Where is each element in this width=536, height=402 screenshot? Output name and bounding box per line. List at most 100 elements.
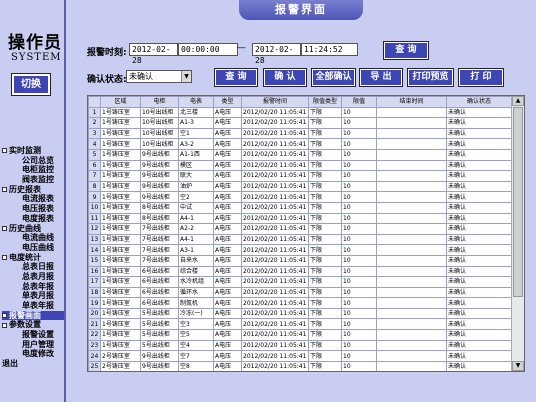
nav-single-yearly[interactable]: 单表年报 <box>2 301 64 311</box>
table-row[interactable]: 10 1号铸压室 8号出线柜 中试 A电压 2012/02/20 11:05:41 下限 10… <box>88 201 512 214</box>
end-date-field[interactable]: 2012-02-28 <box>252 43 301 65</box>
column-header[interactable]: 类型 <box>213 96 242 108</box>
query-button[interactable]: 查 询 <box>214 68 258 87</box>
table-row[interactable]: 22 1号铸压室 5号出线柜 空5 A电压 2012/02/20 11:05:41 下限 10… <box>88 329 512 341</box>
table-cell: 下限 <box>308 117 342 129</box>
table-row[interactable]: 14 1号铸压室 7号出线柜 A3-1 A电压 2012/02/20 11:05:41 下限… <box>88 244 512 256</box>
table-row[interactable]: 25 2号铸压室 9号出线柜 空8 A电压 2012/02/20 11:05:41 下限 10… <box>88 360 512 371</box>
column-header[interactable] <box>88 96 101 108</box>
nav-energy-report[interactable]: 电度报表 <box>2 214 64 224</box>
table-row[interactable]: 4 1号铸压室 10号出线柜 A3-2 A电压 2012/02/20 11:05:41 下限… <box>88 138 512 150</box>
nav-history-report[interactable]: 历史报表 <box>2 185 64 195</box>
chevron-down-icon[interactable]: ▼ <box>181 71 191 82</box>
table-row[interactable]: 18 1号铸压室 6号出线柜 循环水 A电压 2012/02/20 11:05:41 下限 1… <box>88 286 512 299</box>
nav-total-daily[interactable]: 总表日报 <box>2 262 64 272</box>
table-cell: A电压 <box>213 223 242 235</box>
alarm-time-label: 报警时刻: <box>87 48 127 58</box>
table-row[interactable]: 2 1号铸压室 10号出线柜 A1-3 A电压 2012/02/20 11:05:41 下限… <box>88 117 512 129</box>
nav-voltage-curve[interactable]: 电压曲线 <box>2 243 64 253</box>
table-cell: 1号铸压室 <box>100 233 141 246</box>
scroll-up-icon[interactable]: ▲ <box>512 96 524 106</box>
nav-total-monthly[interactable]: 总表月报 <box>2 272 64 282</box>
table-row[interactable]: 20 1号铸压室 5号出线柜 冷冻(一) A电压 2012/02/20 11:05:41 下… <box>88 307 512 320</box>
table-row[interactable]: 17 1号铸压室 6号出线柜 水冷机组 A电压 2012/02/20 11:05:41 下限… <box>88 276 512 288</box>
page-title: 报警界面 <box>239 0 363 20</box>
nav-user-management[interactable]: 用户管理 <box>2 340 64 350</box>
nav-alarm-settings[interactable]: 报警设置 <box>2 330 64 340</box>
column-header[interactable]: 报警时间 <box>241 96 309 108</box>
row-number: 6 <box>88 159 101 172</box>
column-header[interactable]: 电表 <box>178 96 214 108</box>
confirm-status-select[interactable]: 未确认 ▼ <box>126 70 192 83</box>
table-row[interactable]: 1 1号铸压室 10号出线柜 北三楼 A电压 2012/02/20 11:05:41 下限 1… <box>88 106 512 119</box>
table-cell: A电压 <box>213 127 242 140</box>
nav-realtime-monitor[interactable]: 实时监测 <box>2 146 64 156</box>
table-cell: 10 <box>341 138 377 150</box>
table-row[interactable]: 3 1号铸压室 10号出线柜 空1 A电压 2012/02/20 11:05:41 下限 10… <box>88 127 512 140</box>
table-cell: 2012/02/20 11:05:41 <box>241 307 309 320</box>
confirm-all-button[interactable]: 全部确认 <box>311 68 356 87</box>
nav-label: 退出 <box>2 359 18 369</box>
column-header[interactable]: 区域 <box>100 96 141 108</box>
table-cell: 9号出线柜 <box>140 191 179 203</box>
nav-cabinet-monitor[interactable]: 电柜监控 <box>2 165 64 175</box>
start-time-field[interactable]: 00:00:00 <box>178 43 238 56</box>
table-cell: 10 <box>341 350 377 362</box>
start-date-field[interactable]: 2012-02-28 <box>129 43 178 65</box>
column-header[interactable]: 限值 <box>341 96 377 108</box>
table-cell: 1号铸压室 <box>100 286 141 299</box>
table-row[interactable]: 11 1号铸压室 8号出线柜 A4-1 A电压 2012/02/20 11:05:41 下限… <box>88 212 512 225</box>
table-row[interactable]: 19 1号铸压室 6号出线柜 制氮机 A电压 2012/02/20 11:05:41 下限 1… <box>88 297 512 309</box>
nav-total-yearly[interactable]: 总表年报 <box>2 282 64 292</box>
column-header[interactable]: 电柜 <box>140 96 179 108</box>
print-button[interactable]: 打 印 <box>458 68 504 87</box>
table-row[interactable]: 15 1号铸压室 7号出线柜 自来水 A电压 2012/02/20 11:05:41 下限 1… <box>88 254 512 267</box>
column-header[interactable]: 确认状态 <box>446 96 512 108</box>
table-row[interactable]: 12 1号铸压室 7号出线柜 A2-2 A电压 2012/02/20 11:05:41 下限… <box>88 223 512 235</box>
table-cell: 下限 <box>308 254 342 267</box>
print-preview-button[interactable]: 打印预览 <box>407 68 454 87</box>
nav-param-settings[interactable]: 参数设置 <box>2 320 64 330</box>
confirm-button[interactable]: 确 认 <box>263 68 307 87</box>
table-cell: 2012/02/20 11:05:41 <box>241 265 309 278</box>
table-row[interactable]: 6 1号铸压室 9号出线柜 模区 A电压 2012/02/20 11:05:41 下限 10 未… <box>88 159 512 172</box>
scroll-thumb[interactable] <box>513 107 523 297</box>
table-row[interactable]: 13 1号铸压室 7号出线柜 A4-1 A电压 2012/02/20 11:05:41 下限… <box>88 233 512 246</box>
table-cell <box>376 329 447 341</box>
table-cell: 下限 <box>308 286 342 299</box>
row-number: 9 <box>88 191 101 203</box>
column-header[interactable]: 限值类型 <box>308 96 342 108</box>
table-cell: A电压 <box>213 106 242 119</box>
vertical-scrollbar[interactable]: ▲ ▼ <box>511 96 524 371</box>
nav-exit[interactable]: 退出 <box>2 359 64 369</box>
table-row[interactable]: 24 2号铸压室 9号出线柜 空7 A电压 2012/02/20 11:05:41 下限 10… <box>88 350 512 362</box>
export-button[interactable]: 导 出 <box>359 68 403 87</box>
nav-single-monthly[interactable]: 单表月报 <box>2 291 64 301</box>
table-row[interactable]: 21 1号铸压室 5号出线柜 空3 A电压 2012/02/20 11:05:41 下限 10… <box>88 318 512 331</box>
table-cell: 未确认 <box>446 170 512 182</box>
nav-voltage-report[interactable]: 电压报表 <box>2 204 64 214</box>
nav-energy-edit[interactable]: 电度修改 <box>2 349 64 359</box>
table-cell: 未确认 <box>446 223 512 235</box>
nav-company-overview[interactable]: 公司总览 <box>2 156 64 166</box>
table-cell: A3-2 <box>178 138 214 150</box>
switch-button[interactable]: 切换 <box>11 73 51 96</box>
table-row[interactable]: 5 1号铸压室 9号出线柜 A1-1西 A电压 2012/02/20 11:05:41 下限… <box>88 148 512 161</box>
query-button-top[interactable]: 查 询 <box>383 41 429 60</box>
scroll-down-icon[interactable]: ▼ <box>512 361 524 371</box>
nav-alarm-screen[interactable]: 报警画面 <box>2 310 64 321</box>
nav-history-curve[interactable]: 历史曲线 <box>2 224 64 234</box>
table-row[interactable]: 8 1号铸压室 9号出线柜 油炉 A电压 2012/02/20 11:05:41 下限 10 未… <box>88 180 512 193</box>
table-cell: 2012/02/20 11:05:41 <box>241 360 309 371</box>
table-row[interactable]: 7 1号铸压室 9号出线柜 联大 A电压 2012/02/20 11:05:41 下限 10 未… <box>88 170 512 182</box>
table-cell: 1号铸压室 <box>100 180 141 193</box>
nav-current-report[interactable]: 电流报表 <box>2 194 64 204</box>
table-row[interactable]: 23 1号铸压室 5号出线柜 空4 A电压 2012/02/20 11:05:41 下限 10… <box>88 339 512 352</box>
column-header[interactable]: 结束时间 <box>376 96 447 108</box>
nav-valve-monitor[interactable]: 阀表监控 <box>2 175 64 185</box>
table-row[interactable]: 16 1号铸压室 6号出线柜 综合楼 A电压 2012/02/20 11:05:41 下限 1… <box>88 265 512 278</box>
nav-energy-stats[interactable]: 电度统计 <box>2 253 64 263</box>
end-time-field[interactable]: 11:24:52 <box>301 43 358 56</box>
table-row[interactable]: 9 1号铸压室 9号出线柜 空2 A电压 2012/02/20 11:05:41 下限 10 未… <box>88 191 512 203</box>
nav-current-curve[interactable]: 电流曲线 <box>2 233 64 243</box>
